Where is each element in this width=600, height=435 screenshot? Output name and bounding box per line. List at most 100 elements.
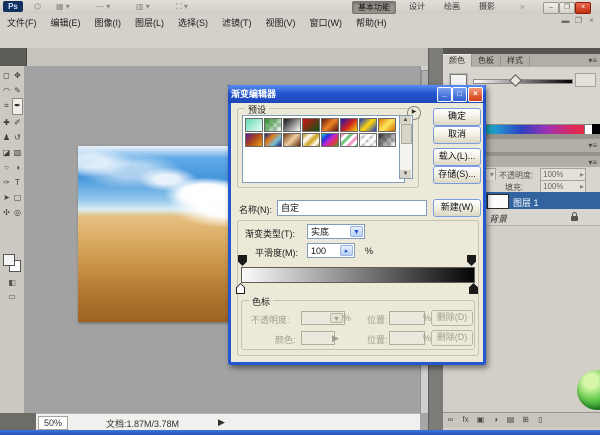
tab-色板[interactable]: 色板 [472, 55, 501, 67]
gradient-tool[interactable]: ▧ [12, 145, 23, 160]
layer-mask-icon[interactable]: ▣ [473, 413, 488, 427]
layer-group-icon[interactable]: ▤ [503, 413, 518, 427]
blur-tool[interactable]: ○ [1, 160, 12, 175]
clone-stamp-tool[interactable]: ♟ [1, 130, 12, 145]
workspace-button-摄影[interactable]: 摄影 [474, 1, 500, 12]
chevron-right-icon[interactable]: ▸ [340, 245, 353, 256]
workspace-button-基本功能[interactable]: 基本功能 [352, 1, 396, 14]
stop-color-swatch[interactable] [301, 331, 335, 345]
dialog-minimize-icon[interactable]: _ [437, 87, 452, 102]
hand-tool[interactable]: ✣ [1, 205, 12, 220]
dialog-maximize-icon[interactable]: □ [452, 87, 467, 102]
gradient-black-white[interactable] [283, 118, 301, 132]
color-picker-arrow-icon[interactable]: ▶ [332, 333, 339, 344]
eyedropper-tool[interactable]: ✒ [12, 98, 23, 115]
menu-选择(S)[interactable]: 选择(S) [171, 14, 215, 29]
arrange-documents-icon[interactable]: ▥ ▾ [136, 2, 150, 12]
path-select-tool[interactable]: ➤ [1, 190, 12, 205]
gradient-blue-red-yellow[interactable] [340, 118, 358, 132]
new-button[interactable]: 新建(W) [433, 199, 481, 217]
screen-mode-toggle-icon[interactable]: ▭ [2, 292, 22, 301]
gradient-copper[interactable] [283, 133, 301, 147]
bridge-icon[interactable]: ⌬ [34, 2, 41, 12]
gradient-gold-white[interactable] [302, 133, 320, 147]
zoom-level-dropdown[interactable]: — ▾ [96, 2, 110, 12]
menu-图层(L)[interactable]: 图层(L) [128, 14, 171, 29]
menu-图像(I)[interactable]: 图像(I) [88, 14, 129, 29]
name-input[interactable]: 自定 [277, 200, 427, 216]
quick-select-tool[interactable]: ✎ [12, 83, 23, 98]
layer-style-icon[interactable]: fx [458, 413, 473, 427]
menu-编辑(E)[interactable]: 编辑(E) [44, 14, 88, 29]
stop-opacity-field[interactable]: ▼ [301, 311, 345, 325]
new-layer-icon[interactable]: ⊞ [518, 413, 533, 427]
link-layers-icon[interactable]: ∞ [443, 413, 458, 427]
layer1-thumbnail[interactable] [487, 194, 509, 209]
gradient-preview-bar[interactable] [241, 267, 475, 283]
workspace-overflow[interactable]: » [520, 2, 524, 12]
cancel-button[interactable]: 取消 [433, 126, 481, 144]
doc-minimize-button[interactable]: ▬ [560, 16, 571, 25]
doc-close-button[interactable]: × [586, 16, 597, 25]
history-brush-tool[interactable]: ↺ [12, 130, 23, 145]
zoom-level-field[interactable]: 50% [38, 416, 68, 430]
shape-tool[interactable]: ▢ [12, 190, 23, 205]
menu-文件(F)[interactable]: 文件(F) [0, 14, 44, 29]
scroll-up-icon[interactable]: ▲ [400, 116, 411, 124]
dialog-titlebar[interactable]: 渐变编辑器 _ □ × [228, 85, 486, 103]
gradient-spectrum[interactable] [321, 133, 339, 147]
menu-窗口(W)[interactable]: 窗口(W) [303, 14, 350, 29]
tab-样式[interactable]: 样式 [501, 55, 530, 67]
delete-color-stop-button[interactable]: 删除(D) [431, 330, 473, 346]
dodge-tool[interactable]: ◑ [12, 160, 23, 175]
panel-menu-icon[interactable]: ▾≡ [588, 158, 597, 167]
dialog-close-icon[interactable]: × [468, 87, 483, 102]
gradient-orange-yellow-orange[interactable] [378, 118, 396, 132]
doc-restore-button[interactable]: ❐ [573, 16, 584, 25]
desert-photo[interactable] [78, 146, 232, 322]
gradient-type-dropdown[interactable]: 实底 ▼ [307, 224, 365, 239]
foreground-color-swatch[interactable] [3, 254, 15, 266]
chevron-down-icon[interactable]: ▼ [350, 226, 363, 237]
rect-marquee-tool[interactable]: ◻ [1, 68, 12, 83]
delete-layer-icon[interactable]: ▯ [533, 413, 548, 427]
save-button[interactable]: 存储(S)... [433, 166, 481, 184]
gradient-green-transparent[interactable] [264, 118, 282, 132]
screen-mode-icon[interactable]: ⛶ ▾ [176, 2, 188, 12]
eraser-tool[interactable]: ◪ [1, 145, 12, 160]
gradient-transparent-stripes[interactable] [359, 133, 377, 147]
brush-tool[interactable]: ✐ [12, 115, 23, 130]
scrollbar-thumb[interactable] [401, 124, 412, 144]
gradient-blue-orange-blue[interactable] [264, 133, 282, 147]
lasso-tool[interactable]: ◠ [1, 83, 12, 98]
smoothness-field[interactable]: 100 ▸ [307, 243, 355, 258]
workspace-button-绘画[interactable]: 绘画 [439, 1, 465, 12]
restore-button[interactable]: ❐ [559, 2, 575, 14]
stop-position-field[interactable] [389, 331, 425, 345]
delete-opacity-stop-button[interactable]: 删除(D) [431, 310, 473, 326]
view-extras-icon[interactable]: ▦ ▾ [56, 2, 70, 12]
zoom-tool[interactable]: ◎ [12, 205, 23, 220]
scroll-down-icon[interactable]: ▼ [400, 170, 411, 178]
panel-menu-icon[interactable]: ▾≡ [588, 141, 597, 150]
gradient-violet-orange[interactable] [245, 133, 263, 147]
menu-帮助(H)[interactable]: 帮助(H) [349, 14, 394, 29]
menu-滤镜(T)[interactable]: 滤镜(T) [215, 14, 259, 29]
move-tool[interactable]: ✥ [12, 68, 23, 83]
adjustment-layer-icon[interactable]: ◑ [488, 413, 503, 427]
gradient-blue-yellow-blue[interactable] [359, 118, 377, 132]
gradient-dark-orange[interactable] [321, 118, 339, 132]
k-value-field[interactable] [575, 73, 596, 87]
gradient-neutral-density[interactable] [378, 133, 396, 147]
gradient-teal-white[interactable] [245, 118, 263, 132]
k-slider-track[interactable] [473, 79, 573, 84]
quick-mask-icon[interactable]: ◧ [2, 278, 22, 287]
stop-position-field[interactable] [389, 311, 425, 325]
preset-scrollbar[interactable]: ▲ ▼ [399, 115, 413, 179]
black-ramp-swatch[interactable] [592, 124, 600, 134]
k-slider-thumb[interactable] [509, 74, 522, 87]
healing-brush-tool[interactable]: ✚ [1, 115, 12, 130]
gradient-pastel-stripes[interactable] [340, 133, 358, 147]
ok-button[interactable]: 确定 [433, 108, 481, 126]
gradient-red-green[interactable] [302, 118, 320, 132]
